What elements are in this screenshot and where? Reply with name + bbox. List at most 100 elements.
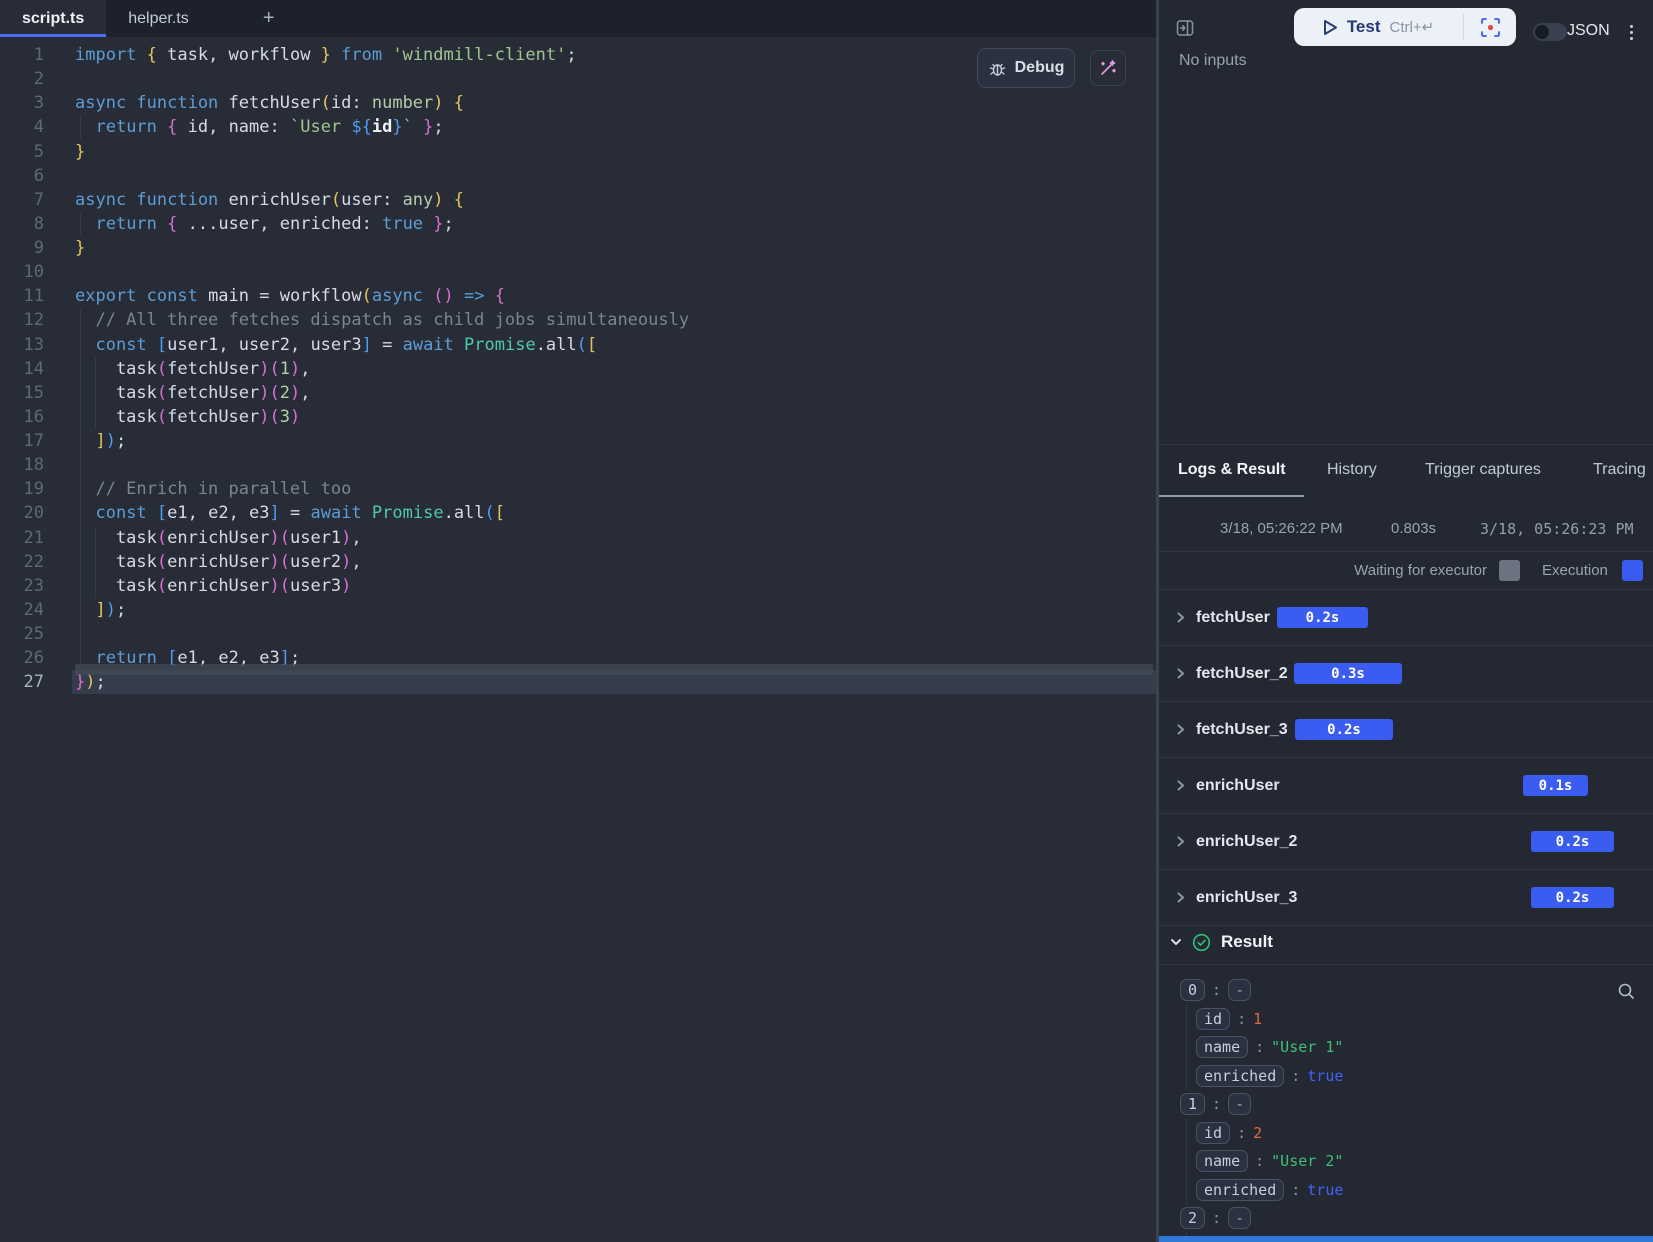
code-line[interactable]: 18 [0, 453, 1156, 477]
debug-button[interactable]: Debug [977, 48, 1075, 88]
legend-execution-swatch [1622, 560, 1643, 581]
collapse-chip[interactable]: - [1228, 979, 1251, 1001]
editor-tab-bar: script.ts helper.ts + [0, 0, 1156, 37]
line-number: 21 [0, 526, 44, 550]
tab-helper-ts[interactable]: helper.ts [106, 0, 210, 37]
line-number: 27 [0, 670, 44, 694]
code-editor[interactable]: 1import { task, workflow } from 'windmil… [0, 37, 1156, 1242]
chevron-right-icon[interactable] [1175, 668, 1186, 679]
bug-icon [988, 59, 1007, 78]
line-number: 18 [0, 453, 44, 477]
tab-script-ts[interactable]: script.ts [0, 0, 106, 37]
code-line[interactable]: 9} [0, 236, 1156, 260]
code-line[interactable]: 19 // Enrich in parallel too [0, 477, 1156, 501]
line-number: 4 [0, 115, 44, 139]
indent-guide [80, 308, 81, 670]
code-line[interactable]: 13 const [user1, user2, user3] = await P… [0, 333, 1156, 357]
index-chip[interactable]: 0 [1180, 979, 1205, 1001]
index-chip[interactable]: 2 [1180, 1207, 1205, 1229]
code-line[interactable]: 11export const main = workflow(async () … [0, 284, 1156, 308]
toggle-knob [1535, 25, 1549, 39]
task-row[interactable]: enrichUser_30.2s [1159, 870, 1653, 926]
code-line[interactable]: 23 task(enrichUser)(user3) [0, 574, 1156, 598]
task-row[interactable]: fetchUser_20.3s [1159, 646, 1653, 702]
code-line[interactable]: 4 return { id, name: `User ${id}` }; [0, 115, 1156, 139]
code-line[interactable]: 24 ]); [0, 598, 1156, 622]
task-row[interactable]: fetchUser_30.2s [1159, 702, 1653, 758]
collapse-panel-icon[interactable] [1176, 19, 1194, 37]
key-chip[interactable]: id [1196, 1008, 1230, 1030]
task-row[interactable]: enrichUser_20.2s [1159, 814, 1653, 870]
json-toggle[interactable] [1533, 23, 1567, 41]
result-field-row: enriched:true [1196, 1176, 1653, 1205]
key-chip[interactable]: id [1196, 1122, 1230, 1144]
code-text: // All three fetches dispatch as child j… [75, 310, 689, 330]
code-line[interactable]: 5} [0, 140, 1156, 164]
value-bool: true [1307, 1067, 1343, 1085]
test-button[interactable]: Test Ctrl+↵ [1294, 8, 1463, 46]
key-chip[interactable]: enriched [1196, 1179, 1284, 1201]
key-chip[interactable]: name [1196, 1036, 1248, 1058]
index-chip[interactable]: 1 [1180, 1093, 1205, 1115]
code-text: import { task, workflow } from 'windmill… [75, 45, 577, 65]
task-name: fetchUser [1196, 609, 1270, 627]
value-str: "User 2" [1271, 1152, 1343, 1170]
debug-button-label: Debug [1015, 59, 1065, 77]
new-tab-button[interactable]: + [247, 0, 291, 37]
kebab-menu-icon[interactable] [1623, 22, 1639, 42]
code-line[interactable]: 7async function enrichUser(user: any) { [0, 188, 1156, 212]
code-line[interactable]: 21 task(enrichUser)(user1), [0, 526, 1156, 550]
code-text: // Enrich in parallel too [75, 479, 351, 499]
code-line[interactable]: 12 // All three fetches dispatch as chil… [0, 308, 1156, 332]
key-chip[interactable]: name [1196, 1150, 1248, 1172]
chevron-right-icon[interactable] [1175, 780, 1186, 791]
colon: : [1237, 1010, 1246, 1028]
code-line[interactable]: 17 ]); [0, 429, 1156, 453]
code-text: task(enrichUser)(user2), [75, 552, 362, 572]
result-header[interactable]: Result [1159, 920, 1653, 965]
code-text: async function enrichUser(user: any) { [75, 190, 464, 210]
collapse-chip[interactable]: - [1228, 1207, 1251, 1229]
capture-frame-icon [1480, 17, 1501, 38]
capture-button[interactable] [1464, 8, 1516, 46]
run-duration: 0.803s [1391, 520, 1436, 537]
chevron-right-icon[interactable] [1175, 892, 1186, 903]
code-line[interactable]: 8 return { ...user, enriched: true }; [0, 212, 1156, 236]
colon: : [1291, 1181, 1300, 1199]
end-time: 3/18, 05:26:23 PM [1480, 520, 1634, 538]
legend-waiting-label: Waiting for executor [1354, 562, 1487, 579]
horizontal-scrollbar[interactable] [75, 664, 1153, 675]
code-line[interactable]: 20 const [e1, e2, e3] = await Promise.al… [0, 501, 1156, 525]
key-chip[interactable]: enriched [1196, 1065, 1284, 1087]
result-title: Result [1221, 932, 1273, 952]
task-row[interactable]: enrichUser0.1s [1159, 758, 1653, 814]
code-line[interactable]: 16 task(fetchUser)(3) [0, 405, 1156, 429]
code-line[interactable]: 15 task(fetchUser)(2), [0, 381, 1156, 405]
code-text: ]); [75, 600, 126, 620]
chevron-right-icon[interactable] [1175, 612, 1186, 623]
result-json-viewer: 0:-id:1name:"User 1"enriched:true1:-id:2… [1159, 965, 1653, 1236]
chevron-right-icon[interactable] [1175, 836, 1186, 847]
code-line[interactable]: 22 task(enrichUser)(user2), [0, 550, 1156, 574]
timeline-legend: Waiting for executor Execution [1159, 551, 1653, 589]
task-name: fetchUser_2 [1196, 665, 1288, 683]
app-window: script.ts helper.ts + 1import { task, wo… [0, 0, 1653, 1242]
code-line[interactable]: 25 [0, 622, 1156, 646]
code-line[interactable]: 10 [0, 260, 1156, 284]
line-number: 13 [0, 333, 44, 357]
legend-waiting-swatch [1499, 560, 1520, 581]
line-number: 11 [0, 284, 44, 308]
code-text: } [75, 142, 85, 162]
code-line[interactable]: 6 [0, 164, 1156, 188]
tab-logs-result[interactable]: Logs & Result [1178, 445, 1286, 495]
code-line[interactable]: 14 task(fetchUser)(1), [0, 357, 1156, 381]
task-row[interactable]: fetchUser0.2s [1159, 590, 1653, 646]
code-line[interactable]: 3async function fetchUser(id: number) { [0, 91, 1156, 115]
tab-history[interactable]: History [1327, 445, 1377, 495]
tab-tracing[interactable]: Tracing [1593, 445, 1646, 495]
search-icon[interactable] [1616, 981, 1637, 1002]
tab-trigger-captures[interactable]: Trigger captures [1425, 445, 1541, 495]
collapse-chip[interactable]: - [1228, 1093, 1251, 1115]
ai-wand-button[interactable] [1090, 50, 1126, 86]
chevron-right-icon[interactable] [1175, 724, 1186, 735]
